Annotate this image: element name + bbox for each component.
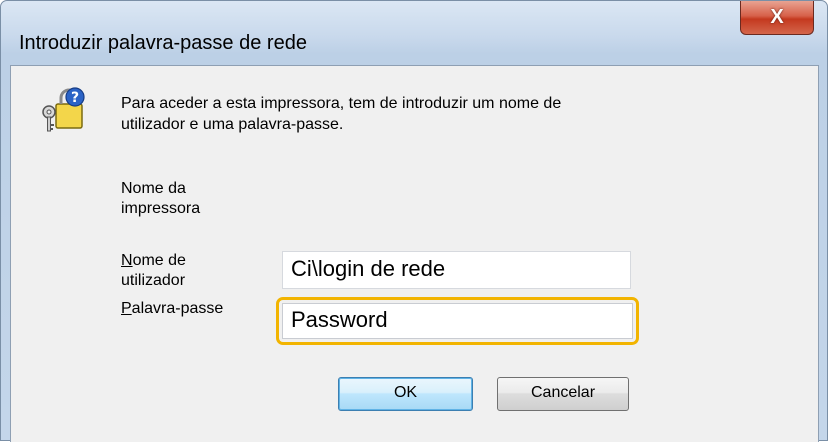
dialog-content: ? Para aceder a esta impressora, tem de …	[10, 65, 819, 442]
password-input[interactable]: Password	[282, 303, 633, 339]
password-dialog-window: Introduzir palavra-passe de rede X ? Par…	[0, 0, 828, 442]
password-label: Palavra-passe	[121, 300, 224, 317]
printer-name-label: Nome da impressora	[121, 180, 201, 217]
message-line-2: utilizador e uma palavra-passe.	[121, 116, 344, 133]
message-line-1: Para aceder a esta impressora, tem de in…	[121, 95, 562, 112]
ok-button[interactable]: OK	[338, 377, 473, 411]
username-input[interactable]: Ci\login de rede	[282, 251, 631, 289]
svg-text:?: ?	[71, 90, 79, 106]
dialog-message: Para aceder a esta impressora, tem de in…	[121, 93, 741, 135]
username-access-key: N	[121, 252, 133, 269]
title-bar[interactable]: Introduzir palavra-passe de rede X	[1, 1, 827, 53]
cancel-button[interactable]: Cancelar	[497, 377, 629, 411]
window-title: Introduzir palavra-passe de rede	[19, 32, 307, 54]
close-button[interactable]: X	[740, 1, 814, 35]
username-label: Nome de utilizador	[121, 252, 186, 289]
key-padlock-question-icon: ?	[39, 86, 87, 134]
password-access-key: P	[121, 300, 132, 317]
